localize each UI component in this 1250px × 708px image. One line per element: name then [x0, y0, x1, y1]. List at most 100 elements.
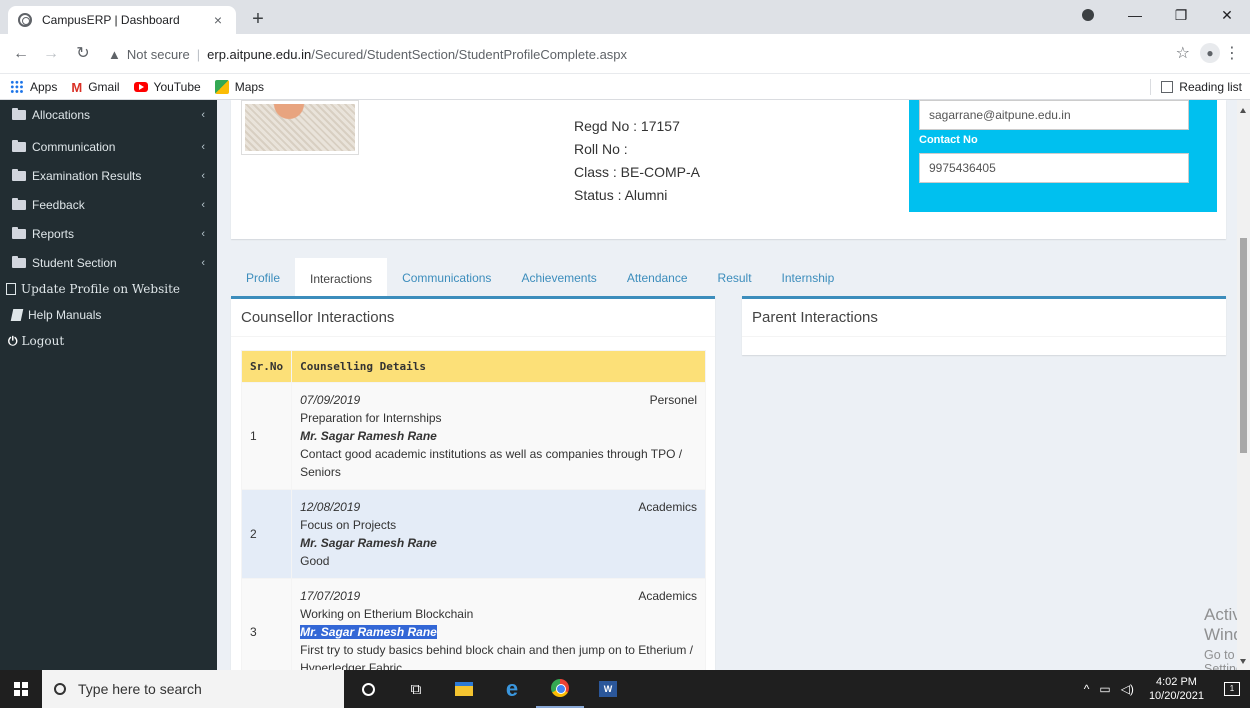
counselling-details: 12/08/2019 Academics Focus on Projects Mr…: [291, 489, 706, 579]
tab-internship[interactable]: Internship: [767, 258, 850, 298]
tab-achievements[interactable]: Achievements: [506, 258, 611, 298]
chevron-left-icon: ‹: [201, 141, 205, 153]
reload-button[interactable]: ↻: [72, 43, 94, 65]
bookmark-star-icon[interactable]: ☆: [1176, 43, 1190, 63]
table-row: 2 12/08/2019 Academics Focus on Projects …: [240, 489, 706, 579]
sidebar-item-student-section[interactable]: Student Section ‹: [0, 250, 217, 276]
window-controls: — ❐ ✕: [1082, 0, 1250, 30]
tab-result[interactable]: Result: [703, 258, 767, 298]
page-scrollbar[interactable]: [1237, 100, 1250, 670]
sidebar-item-logout[interactable]: ⏻ Logout: [0, 328, 217, 354]
topic: Working on Etherium Blockchain: [300, 607, 474, 621]
close-window-button[interactable]: ✕: [1204, 7, 1250, 24]
cortana-button[interactable]: [344, 670, 392, 708]
counselling-table: Sr.No Counselling Details 1 07/09/2019 Pe…: [240, 350, 706, 670]
scrollbar-thumb[interactable]: [1240, 238, 1247, 453]
counsellor-name: Mr. Sagar Ramesh Rane: [300, 625, 437, 639]
not-secure-label: Not secure: [126, 46, 190, 62]
column-header: Sr.No: [240, 350, 293, 383]
date: 17/07/2019: [300, 589, 361, 603]
reading-list-button[interactable]: Reading list: [1150, 79, 1242, 95]
menu-kebab-icon[interactable]: ⋮: [1224, 43, 1240, 63]
tab-communications[interactable]: Communications: [387, 258, 506, 298]
folder-icon: [12, 256, 26, 268]
sidebar-item-allocations[interactable]: Allocations ‹: [0, 102, 217, 128]
minimize-button[interactable]: —: [1112, 7, 1158, 23]
counsellor-interactions-title: Counsellor Interactions: [231, 299, 715, 337]
email-field: sagarrane@aitpune.edu.in: [919, 100, 1189, 130]
profile-card: Regd No : 17157 Roll No : Class : BE-COM…: [231, 100, 1226, 239]
contact-box: sagarrane@aitpune.edu.in Contact No 9975…: [909, 100, 1217, 212]
edge-button[interactable]: e: [488, 670, 536, 708]
student-info: Regd No : 17157 Roll No : Class : BE-COM…: [574, 115, 700, 207]
bookmark-maps[interactable]: Maps: [214, 79, 264, 94]
scroll-up-arrow-icon[interactable]: [1240, 108, 1246, 113]
volume-icon[interactable]: ◁): [1121, 682, 1134, 696]
gmail-icon: M: [71, 79, 83, 95]
task-view-button[interactable]: ⧉: [392, 670, 440, 708]
contact-label: Contact No: [919, 134, 978, 146]
chevron-left-icon: ‹: [201, 257, 205, 269]
folder-icon: [12, 227, 26, 239]
tab-close-button[interactable]: ×: [210, 12, 226, 28]
table-row: 3 17/07/2019 Academics Working on Etheriu…: [240, 578, 706, 670]
sidebar-item-communication[interactable]: Communication ‹: [0, 134, 217, 160]
file-explorer-icon: [455, 682, 473, 696]
divider: [1150, 79, 1152, 95]
scroll-down-arrow-icon[interactable]: [1240, 659, 1246, 664]
chrome-button[interactable]: [536, 670, 584, 708]
remark: Contact good academic institutions as we…: [300, 447, 683, 479]
bookmark-apps[interactable]: Apps: [10, 79, 57, 94]
clock[interactable]: 4:02 PM 10/20/2021: [1149, 675, 1204, 703]
category: Personel: [649, 393, 697, 407]
taskbar-search[interactable]: Type here to search: [42, 670, 344, 708]
contact-field: 9975436405: [919, 153, 1189, 183]
sidebar-item-feedback[interactable]: Feedback ‹: [0, 192, 217, 218]
back-button[interactable]: ←: [10, 43, 32, 65]
url-separator: |: [196, 46, 201, 62]
counsellor-name: Mr. Sagar Ramesh Rane: [300, 536, 437, 550]
file-explorer-button[interactable]: [440, 670, 488, 708]
power-icon: ⏻: [8, 333, 18, 348]
new-tab-button[interactable]: +: [246, 8, 270, 30]
notification-icon[interactable]: 1: [1224, 682, 1240, 696]
start-button[interactable]: [0, 670, 42, 708]
address-bar[interactable]: ▲ Not secure | erp.aitpune.edu.in /Secur…: [108, 40, 1190, 68]
bookmark-gmail[interactable]: M Gmail: [71, 79, 119, 95]
tab-profile[interactable]: Profile: [231, 258, 295, 298]
sr-no: 3: [240, 578, 293, 670]
maximize-button[interactable]: ❐: [1158, 7, 1204, 24]
sidebar-item-examination-results[interactable]: Examination Results ‹: [0, 163, 217, 189]
bookmark-youtube[interactable]: YouTube: [133, 80, 201, 94]
parent-interactions-box: Parent Interactions: [742, 296, 1226, 355]
word-button[interactable]: W: [584, 670, 632, 708]
edge-icon: e: [505, 676, 519, 701]
chrome-icon: [551, 679, 569, 697]
sidebar-item-reports[interactable]: Reports ‹: [0, 221, 217, 247]
youtube-icon: [133, 81, 148, 92]
tab-interactions[interactable]: Interactions: [295, 258, 388, 298]
profile-avatar-icon[interactable]: ●: [1200, 43, 1220, 63]
windows-logo-icon: [14, 682, 28, 696]
main-content: Regd No : 17157 Roll No : Class : BE-COM…: [217, 100, 1250, 670]
column-header: Counselling Details: [291, 350, 706, 383]
network-icon[interactable]: ▭: [1099, 682, 1110, 696]
cortana-icon: [361, 682, 375, 696]
sidebar-item-update-profile[interactable]: Update Profile on Website: [0, 276, 217, 302]
search-icon: [54, 683, 66, 695]
chevron-left-icon: ‹: [201, 109, 205, 121]
forward-button[interactable]: →: [40, 43, 62, 65]
tab-attendance[interactable]: Attendance: [612, 258, 703, 298]
browser-tab-strip: CampusERP | Dashboard × + — ❐ ✕: [0, 0, 1250, 34]
regd-no: Regd No : 17157: [574, 118, 680, 134]
sidebar-item-help-manuals[interactable]: Help Manuals: [0, 302, 217, 328]
reading-list-icon: [1161, 81, 1174, 93]
system-tray: ^ ▭ ◁) 4:02 PM 10/20/2021 1: [1079, 670, 1250, 708]
show-hidden-icons-icon[interactable]: ^: [1084, 682, 1090, 696]
chevron-left-icon: ‹: [201, 228, 205, 240]
task-view-icon: ⧉: [410, 680, 422, 698]
recording-indicator-icon: [1082, 9, 1094, 21]
browser-tab[interactable]: CampusERP | Dashboard ×: [8, 6, 236, 34]
windows-taskbar: Type here to search ⧉ e W ^ ▭ ◁) 4:02 PM…: [0, 670, 1250, 708]
table-row: 1 07/09/2019 Personel Preparation for Int…: [240, 382, 706, 490]
